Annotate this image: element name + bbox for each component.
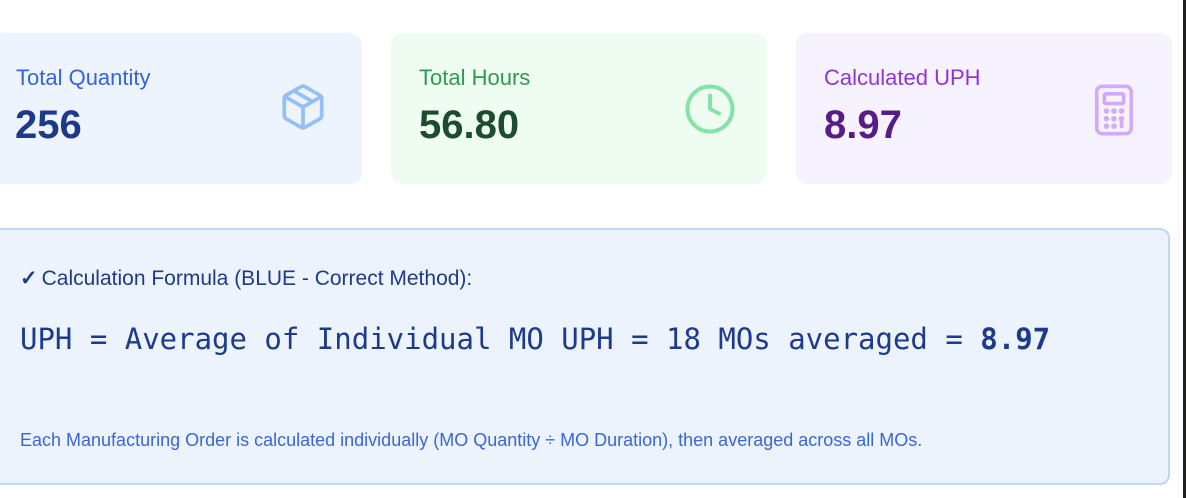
calculated-uph-card: Calculated UPH 8.97 xyxy=(796,33,1172,184)
cube-icon xyxy=(278,82,328,137)
total-hours-label: Total Hours xyxy=(419,65,531,90)
formula-title: ✓ Calculation Formula (BLUE - Correct Met… xyxy=(20,266,472,292)
calculated-uph-value: 8.97 xyxy=(824,103,902,147)
formula-title-text: Calculation Formula (BLUE - Correct Meth… xyxy=(41,267,473,290)
formula-expression: UPH = Average of Individual MO UPH = 18 … xyxy=(20,314,1120,364)
total-quantity-value: 256 xyxy=(15,103,82,147)
formula-expression-text: UPH = Average of Individual MO UPH = 18 … xyxy=(20,322,981,356)
total-hours-value: 56.80 xyxy=(419,103,520,147)
total-hours-card: Total Hours 56.80 xyxy=(391,33,767,184)
calculation-formula-panel: ✓ Calculation Formula (BLUE - Correct Met… xyxy=(0,228,1170,485)
formula-note: Each Manufacturing Order is calculated i… xyxy=(20,430,923,450)
total-quantity-card: Total Quantity 256 xyxy=(0,33,362,184)
clock-icon xyxy=(683,82,737,141)
formula-result: 8.97 xyxy=(980,322,1051,356)
calculator-icon xyxy=(1088,82,1140,143)
check-icon: ✓ xyxy=(20,267,38,290)
total-quantity-label: Total Quantity xyxy=(16,65,151,90)
calculated-uph-label: Calculated UPH xyxy=(824,65,981,90)
